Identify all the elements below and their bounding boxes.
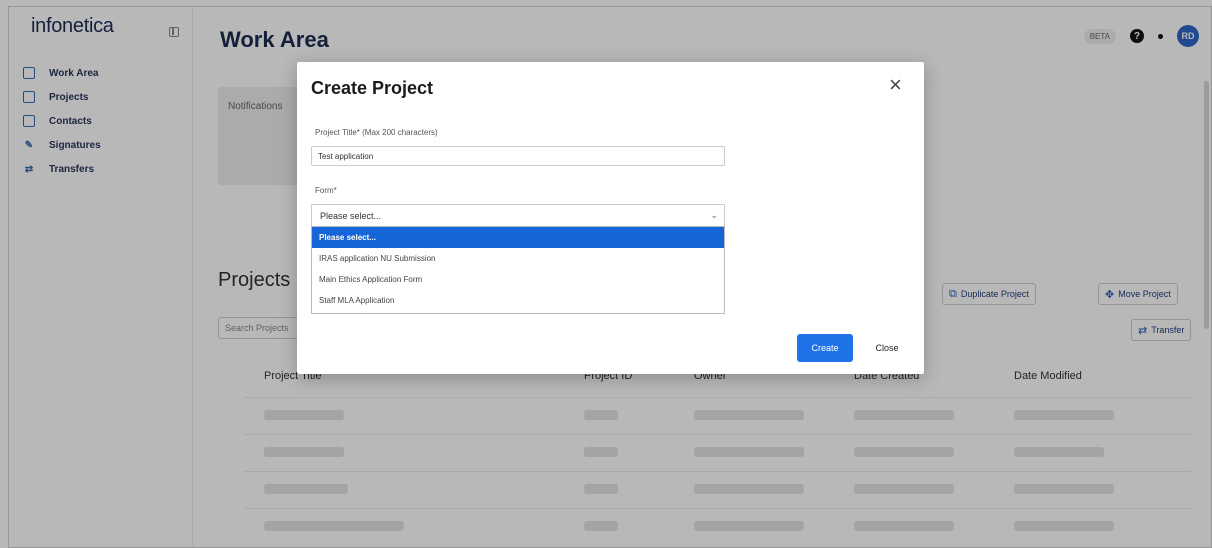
dropdown-option[interactable]: Please select... bbox=[312, 227, 724, 248]
create-button[interactable]: Create bbox=[797, 334, 853, 362]
form-select-value: Please select... bbox=[320, 211, 382, 221]
close-icon[interactable]: × bbox=[889, 74, 902, 96]
form-dropdown-list: Please select... IRAS application NU Sub… bbox=[311, 226, 725, 314]
close-button[interactable]: Close bbox=[862, 334, 912, 362]
create-project-dialog: Create Project × Project Title* (Max 200… bbox=[297, 62, 924, 374]
dialog-title: Create Project bbox=[311, 78, 434, 98]
project-title-label: Project Title* (Max 200 characters) bbox=[315, 128, 438, 137]
project-title-input[interactable]: Test application bbox=[311, 146, 725, 166]
dropdown-option[interactable]: Main Ethics Application Form bbox=[312, 269, 724, 290]
form-select[interactable]: Please select... ⌄ bbox=[311, 204, 725, 226]
dropdown-option[interactable]: IRAS application NU Submission bbox=[312, 248, 724, 269]
form-label: Form* bbox=[315, 186, 337, 195]
chevron-down-icon: ⌄ bbox=[710, 210, 718, 220]
dropdown-option[interactable]: Staff MLA Application bbox=[312, 290, 724, 311]
